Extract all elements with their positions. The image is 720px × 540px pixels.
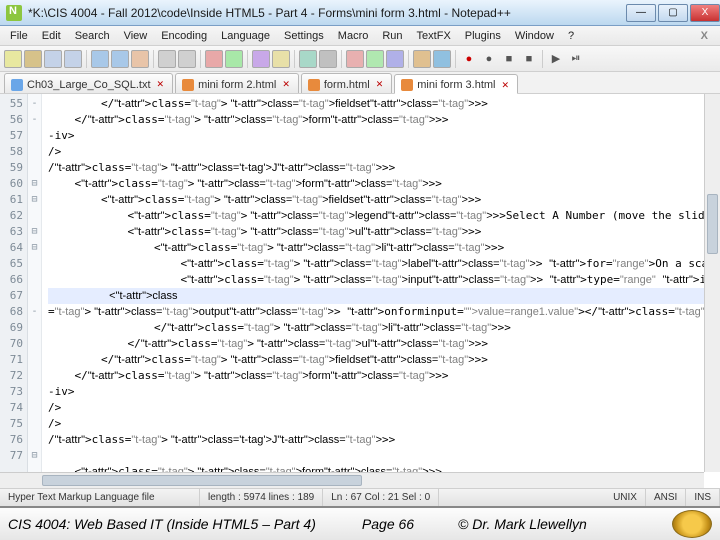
menu-file[interactable]: File bbox=[4, 28, 34, 44]
horizontal-scroll-thumb[interactable] bbox=[42, 475, 362, 486]
menu-help[interactable]: ? bbox=[562, 28, 580, 44]
footer-course: CIS 4004: Web Based IT (Inside HTML5 – P… bbox=[8, 516, 318, 532]
menu-window[interactable]: Window bbox=[509, 28, 560, 44]
toolbar-button-22[interactable] bbox=[366, 50, 384, 68]
toolbar-button-16[interactable] bbox=[272, 50, 290, 68]
footer-page: Page 66 bbox=[318, 516, 458, 532]
tab-label: Ch03_Large_Co_SQL.txt bbox=[27, 79, 151, 91]
tab-label: mini form 2.html bbox=[198, 79, 276, 91]
menu-run[interactable]: Run bbox=[376, 28, 408, 44]
file-icon bbox=[182, 79, 194, 91]
menu-edit[interactable]: Edit bbox=[36, 28, 67, 44]
toolbar-button-26[interactable] bbox=[433, 50, 451, 68]
menu-macro[interactable]: Macro bbox=[332, 28, 375, 44]
fold-gutter[interactable]: -- ⊟⊟ ⊟⊟ - ⊟ bbox=[28, 94, 42, 488]
status-length: length : 5974 lines : 189 bbox=[200, 489, 323, 506]
toolbar-button-1[interactable] bbox=[24, 50, 42, 68]
menubar-close-icon[interactable]: X bbox=[693, 30, 716, 42]
menu-view[interactable]: View bbox=[118, 28, 154, 44]
vertical-scrollbar[interactable] bbox=[704, 94, 720, 472]
toolbar-button-0[interactable] bbox=[4, 50, 22, 68]
tab[interactable]: form.html ✕ bbox=[301, 73, 392, 93]
status-bar: Hyper Text Markup Language file length :… bbox=[0, 488, 720, 506]
tab-close-icon[interactable]: ✕ bbox=[157, 79, 165, 90]
toolbar-button-2[interactable] bbox=[44, 50, 62, 68]
editor-area: 55 56 57 58 59 60 61 62 63 64 65 66 67 6… bbox=[0, 94, 720, 488]
tab-strip: Ch03_Large_Co_SQL.txt✕mini form 2.html✕f… bbox=[0, 72, 720, 94]
menu-encoding[interactable]: Encoding bbox=[155, 28, 213, 44]
menu-plugins[interactable]: Plugins bbox=[459, 28, 507, 44]
status-position: Ln : 67 Col : 21 Sel : 0 bbox=[323, 489, 439, 506]
code-area[interactable]: </"t-attr">class="t-tag"> "t-attr">class… bbox=[42, 94, 720, 488]
toolbar-button-31[interactable]: ■ bbox=[520, 50, 538, 68]
toolbar-button-10[interactable] bbox=[178, 50, 196, 68]
file-icon bbox=[401, 79, 413, 91]
toolbar-button-23[interactable] bbox=[386, 50, 404, 68]
footer-credit: © Dr. Mark Llewellyn bbox=[458, 516, 672, 532]
toolbar-button-7[interactable] bbox=[131, 50, 149, 68]
file-icon bbox=[11, 79, 23, 91]
tab[interactable]: Ch03_Large_Co_SQL.txt ✕ bbox=[4, 73, 173, 93]
tab-label: mini form 3.html bbox=[417, 79, 495, 91]
toolbar-button-30[interactable]: ■ bbox=[500, 50, 518, 68]
toolbar-button-34[interactable]: ⏯ bbox=[567, 50, 585, 68]
minimize-button[interactable]: — bbox=[626, 4, 656, 22]
vertical-scroll-thumb[interactable] bbox=[707, 194, 718, 254]
toolbar: ●●■■▶⏯ bbox=[0, 46, 720, 72]
line-number-gutter: 55 56 57 58 59 60 61 62 63 64 65 66 67 6… bbox=[0, 94, 28, 488]
status-os: UNIX bbox=[605, 489, 646, 506]
horizontal-scrollbar[interactable] bbox=[0, 472, 704, 488]
tab-close-icon[interactable]: ✕ bbox=[502, 80, 510, 91]
tab-close-icon[interactable]: ✕ bbox=[282, 79, 290, 90]
menu-search[interactable]: Search bbox=[69, 28, 116, 44]
window-title: *K:\CIS 4004 - Fall 2012\code\Inside HTM… bbox=[28, 6, 624, 20]
toolbar-button-15[interactable] bbox=[252, 50, 270, 68]
status-filetype: Hyper Text Markup Language file bbox=[0, 489, 200, 506]
tab-label: form.html bbox=[324, 79, 370, 91]
toolbar-button-9[interactable] bbox=[158, 50, 176, 68]
slide-footer: CIS 4004: Web Based IT (Inside HTML5 – P… bbox=[0, 506, 720, 540]
tab-close-icon[interactable]: ✕ bbox=[376, 79, 384, 90]
status-encoding: ANSI bbox=[646, 489, 686, 506]
maximize-button[interactable]: ▢ bbox=[658, 4, 688, 22]
close-button[interactable]: X bbox=[690, 4, 720, 22]
menu-settings[interactable]: Settings bbox=[278, 28, 330, 44]
toolbar-button-13[interactable] bbox=[225, 50, 243, 68]
toolbar-button-5[interactable] bbox=[91, 50, 109, 68]
file-icon bbox=[308, 79, 320, 91]
toolbar-button-28[interactable]: ● bbox=[460, 50, 478, 68]
tab[interactable]: mini form 2.html ✕ bbox=[175, 73, 299, 93]
app-icon bbox=[6, 5, 22, 21]
ucf-logo-icon bbox=[672, 510, 712, 538]
menu-bar: File Edit Search View Encoding Language … bbox=[0, 26, 720, 46]
title-bar: *K:\CIS 4004 - Fall 2012\code\Inside HTM… bbox=[0, 0, 720, 26]
toolbar-button-3[interactable] bbox=[64, 50, 82, 68]
toolbar-button-12[interactable] bbox=[205, 50, 223, 68]
toolbar-button-6[interactable] bbox=[111, 50, 129, 68]
status-mode: INS bbox=[686, 489, 720, 506]
toolbar-button-25[interactable] bbox=[413, 50, 431, 68]
toolbar-button-21[interactable] bbox=[346, 50, 364, 68]
toolbar-button-18[interactable] bbox=[299, 50, 317, 68]
tab[interactable]: mini form 3.html ✕ bbox=[394, 74, 518, 94]
toolbar-button-29[interactable]: ● bbox=[480, 50, 498, 68]
menu-textfx[interactable]: TextFX bbox=[411, 28, 457, 44]
menu-language[interactable]: Language bbox=[215, 28, 276, 44]
toolbar-button-33[interactable]: ▶ bbox=[547, 50, 565, 68]
toolbar-button-19[interactable] bbox=[319, 50, 337, 68]
